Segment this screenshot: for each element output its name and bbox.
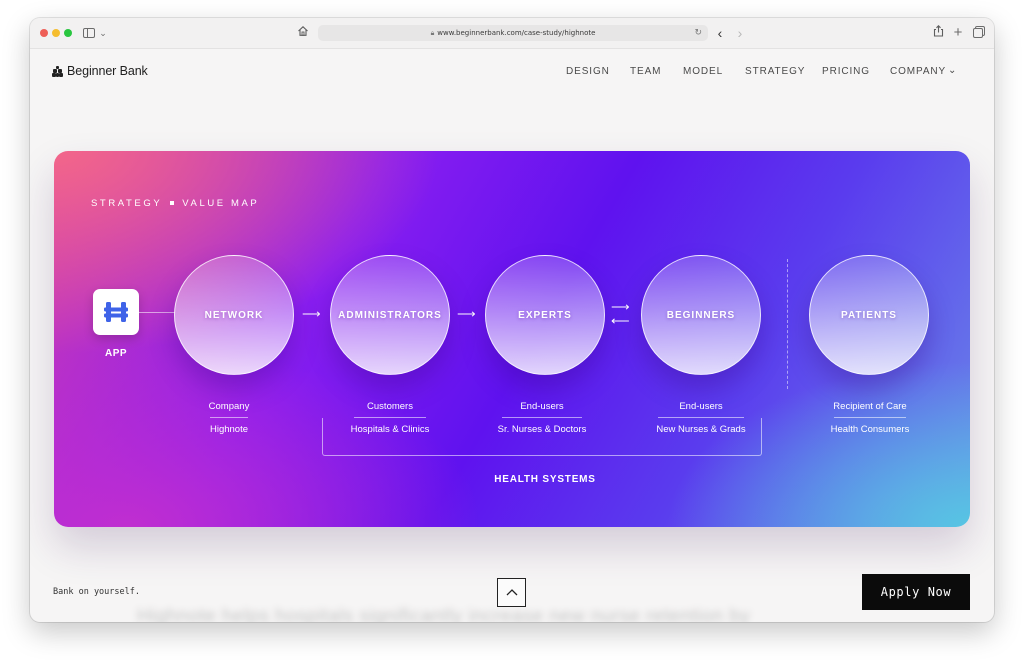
node-administrators-role: Customers <box>367 401 413 412</box>
reload-icon[interactable]: ↻ <box>694 25 702 41</box>
node-patients-rule <box>834 417 906 418</box>
node-administrators: ADMINISTRATORS <box>330 255 450 375</box>
address-bar[interactable]: 🔒︎ www.beginnerbank.com/case-study/highno… <box>318 25 708 41</box>
eyebrow-strategy: STRATEGY <box>91 198 163 209</box>
arrow-right-icon: ⟶ <box>457 306 476 321</box>
nav-design[interactable]: DESIGN <box>566 66 610 78</box>
brand-logo[interactable]: Beginner Bank <box>52 64 148 78</box>
node-network: NETWORK <box>174 255 294 375</box>
home-icon[interactable] <box>296 24 310 42</box>
node-beginners: BEGINNERS <box>641 255 761 375</box>
health-systems-label: HEALTH SYSTEMS <box>494 474 596 485</box>
chevron-down-icon[interactable]: ⌄ <box>948 65 956 76</box>
tab-overview-icon[interactable] <box>972 24 984 42</box>
node-experts-role: End-users <box>520 401 564 412</box>
scroll-to-top-button[interactable] <box>497 578 526 607</box>
back-arrow-icon[interactable]: ‹ <box>714 24 726 42</box>
chevron-down-icon[interactable]: ⌄ <box>98 24 108 42</box>
new-tab-icon[interactable]: + <box>952 24 964 42</box>
value-map-card: STRATEGY VALUE MAP APP NETWORK ⟶ ADMINIST… <box>54 151 970 527</box>
brand-name: Beginner Bank <box>67 64 148 78</box>
health-systems-bracket <box>322 418 762 456</box>
nav-team[interactable]: TEAM <box>630 66 661 78</box>
browser-toolbar: ⌄ 🔒︎ www.beginnerbank.com/case-study/high… <box>30 18 994 49</box>
node-network-role: Company <box>208 401 250 412</box>
footer-tagline: Bank on yourself. <box>53 587 140 597</box>
forward-arrow-icon[interactable]: › <box>734 24 746 42</box>
sidebar-toggle-icon[interactable] <box>82 24 96 42</box>
node-beginners-role: End-users <box>679 401 723 412</box>
nav-model[interactable]: MODEL <box>683 66 723 78</box>
close-window-button[interactable] <box>40 29 48 37</box>
minimize-window-button[interactable] <box>52 29 60 37</box>
site-header: Beginner Bank DESIGN TEAM MODEL STRATEGY… <box>30 48 994 94</box>
nav-strategy[interactable]: STRATEGY <box>745 66 805 78</box>
separator-dot <box>170 200 175 205</box>
lock-icon: 🔒︎ <box>430 29 435 37</box>
obscured-body-text: Highnote helps hospitals significantly i… <box>137 606 751 622</box>
highnote-app-icon <box>93 289 139 335</box>
logo-mark-icon <box>52 65 63 77</box>
arrow-left-icon: ⟵ <box>611 313 630 328</box>
browser-window: ⌄ 🔒︎ www.beginnerbank.com/case-study/high… <box>30 18 994 622</box>
apply-now-button[interactable]: Apply Now <box>862 574 970 610</box>
zoom-window-button[interactable] <box>64 29 72 37</box>
eyebrow-value-map: VALUE MAP <box>182 198 260 209</box>
node-patients-role: Recipient of Care <box>833 401 907 412</box>
node-experts: EXPERTS <box>485 255 605 375</box>
app-connector-line <box>139 312 175 313</box>
node-patients-entity: Health Consumers <box>830 424 910 435</box>
dashed-divider <box>787 259 788 389</box>
node-patients: PATIENTS <box>809 255 929 375</box>
share-icon[interactable] <box>932 24 944 42</box>
app-label: APP <box>104 348 128 359</box>
section-eyebrow: STRATEGY VALUE MAP <box>91 198 259 209</box>
nav-pricing[interactable]: PRICING <box>822 66 870 78</box>
node-network-entity: Highnote <box>209 424 249 435</box>
url-text: www.beginnerbank.com/case-study/highnote <box>437 29 596 37</box>
nav-company[interactable]: COMPANY <box>890 66 946 78</box>
node-network-rule <box>210 417 248 418</box>
arrow-right-icon: ⟶ <box>611 299 630 314</box>
arrow-right-icon: ⟶ <box>302 306 321 321</box>
